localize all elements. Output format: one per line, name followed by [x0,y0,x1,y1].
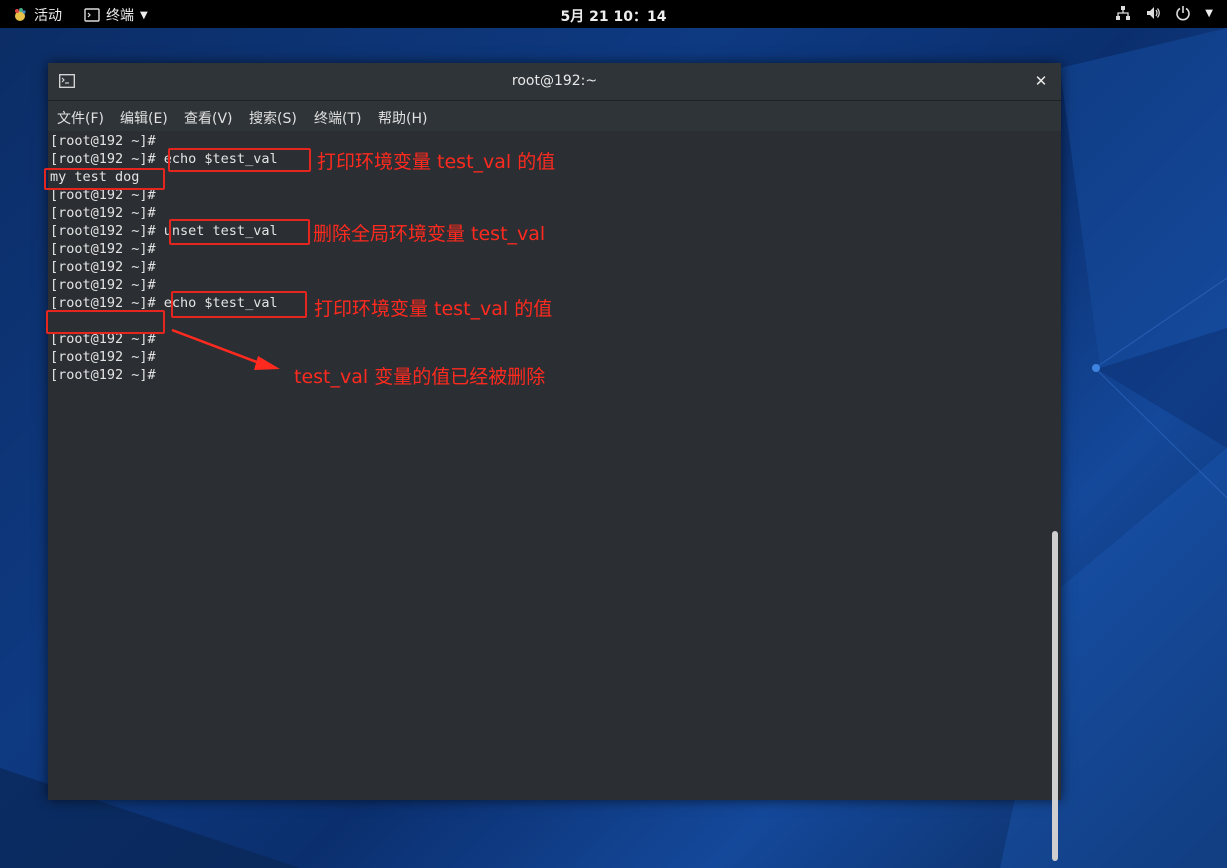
annotation-arrow [171,328,280,370]
annotation-value-deleted: test_val 变量的值已经被删除 [294,366,546,388]
